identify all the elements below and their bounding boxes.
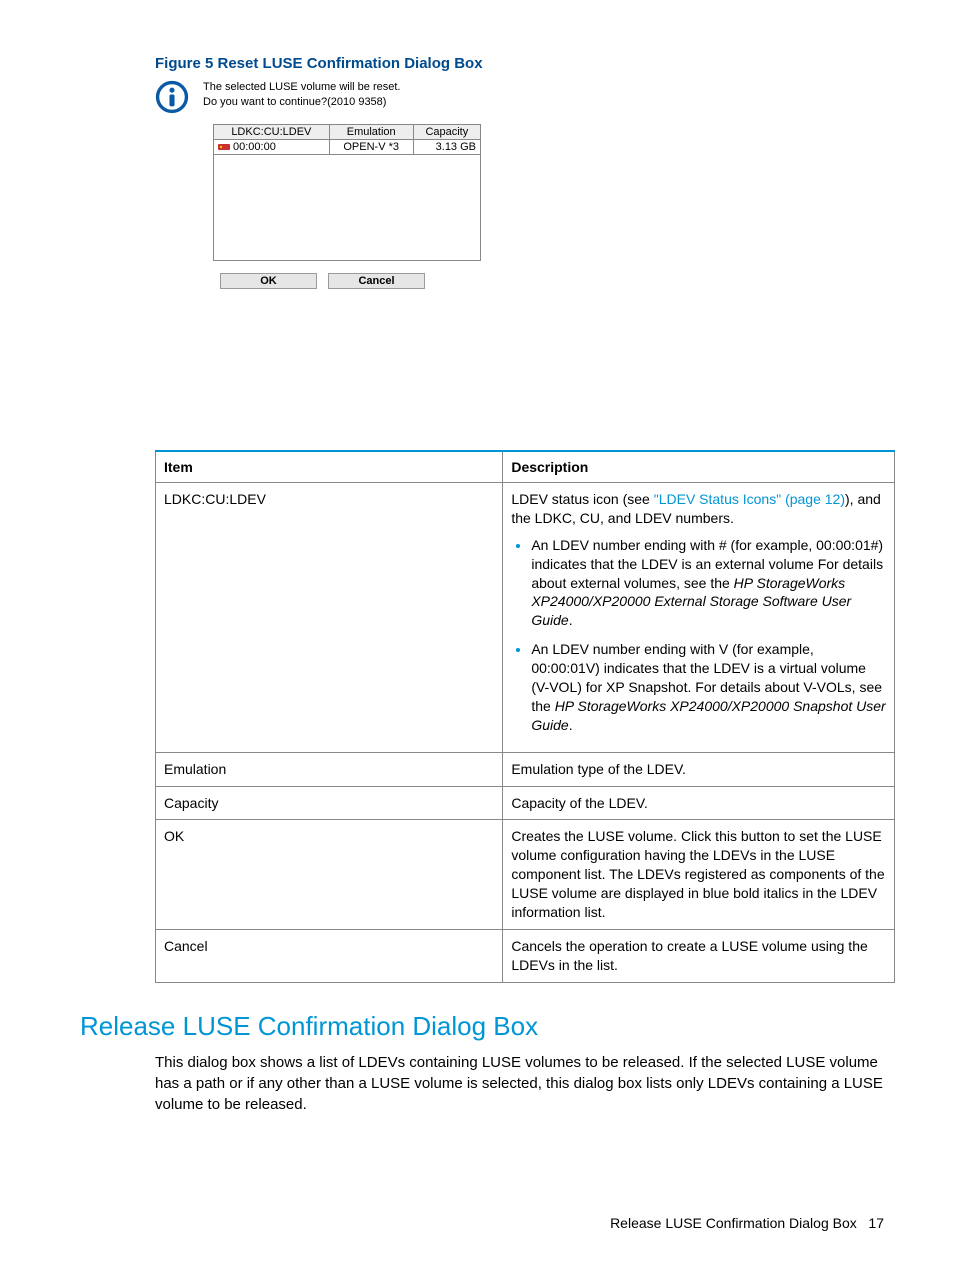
dialog-cell-emulation: OPEN-V *3 bbox=[329, 140, 413, 155]
desc-text: LDEV status icon (see "LDEV Status Icons… bbox=[503, 483, 895, 753]
desc-text: Cancels the operation to create a LUSE v… bbox=[503, 929, 895, 982]
page-footer: Release LUSE Confirmation Dialog Box 17 bbox=[610, 1215, 884, 1231]
table-row: Capacity Capacity of the LDEV. bbox=[156, 786, 895, 820]
dialog-col-ldev[interactable]: LDKC:CU:LDEV bbox=[214, 125, 330, 140]
desc-item: OK bbox=[156, 820, 503, 929]
dialog-col-capacity[interactable]: Capacity bbox=[413, 125, 480, 140]
list-text-italic: HP StorageWorks XP24000/XP20000 Snapshot… bbox=[531, 698, 885, 733]
list-item: An LDEV number ending with V (for exampl… bbox=[531, 640, 886, 734]
dialog-message-line1: The selected LUSE volume will be reset. bbox=[203, 80, 400, 95]
table-row: LDKC:CU:LDEV LDEV status icon (see "LDEV… bbox=[156, 483, 895, 753]
desc-text: Creates the LUSE volume. Click this butt… bbox=[503, 820, 895, 929]
dialog-listbox-empty[interactable] bbox=[213, 155, 481, 261]
desc-text: Emulation type of the LDEV. bbox=[503, 752, 895, 786]
section-body: This dialog box shows a list of LDEVs co… bbox=[155, 1052, 885, 1115]
desc-text-span: LDEV status icon (see bbox=[511, 491, 653, 507]
info-icon bbox=[155, 80, 189, 114]
desc-head-item: Item bbox=[156, 451, 503, 483]
table-row: Cancel Cancels the operation to create a… bbox=[156, 929, 895, 982]
footer-page-number: 17 bbox=[868, 1215, 884, 1231]
dialog-message: The selected LUSE volume will be reset. … bbox=[203, 80, 400, 110]
dialog-col-emulation[interactable]: Emulation bbox=[329, 125, 413, 140]
dialog-cell-ldev: 00:00:00 bbox=[233, 141, 276, 153]
dialog-cell-capacity: 3.13 GB bbox=[413, 140, 480, 155]
table-row: Emulation Emulation type of the LDEV. bbox=[156, 752, 895, 786]
list-item: An LDEV number ending with # (for exampl… bbox=[531, 536, 886, 630]
dialog-table-row[interactable]: 00:00:00 OPEN-V *3 3.13 GB bbox=[214, 140, 481, 155]
dialog-ldev-table: LDKC:CU:LDEV Emulation Capacity bbox=[213, 124, 481, 155]
footer-text: Release LUSE Confirmation Dialog Box bbox=[610, 1215, 857, 1231]
list-text: . bbox=[569, 717, 573, 733]
dialog-message-line2: Do you want to continue?(2010 9358) bbox=[203, 95, 400, 110]
desc-head-desc: Description bbox=[503, 451, 895, 483]
desc-item: LDKC:CU:LDEV bbox=[156, 483, 503, 753]
section-heading-release-luse: Release LUSE Confirmation Dialog Box bbox=[80, 1011, 884, 1042]
desc-item: Emulation bbox=[156, 752, 503, 786]
desc-item: Capacity bbox=[156, 786, 503, 820]
list-text: . bbox=[569, 612, 573, 628]
figure-caption: Figure 5 Reset LUSE Confirmation Dialog … bbox=[155, 55, 884, 72]
link-ldev-status-icons[interactable]: "LDEV Status Icons" (page 12) bbox=[654, 491, 845, 507]
ldev-status-icon bbox=[218, 142, 230, 152]
desc-text: Capacity of the LDEV. bbox=[503, 786, 895, 820]
table-row: OK Creates the LUSE volume. Click this b… bbox=[156, 820, 895, 929]
cancel-button[interactable]: Cancel bbox=[328, 273, 425, 289]
ok-button[interactable]: OK bbox=[220, 273, 317, 289]
desc-item: Cancel bbox=[156, 929, 503, 982]
description-table: Item Description LDKC:CU:LDEV LDEV statu… bbox=[155, 450, 895, 983]
reset-luse-dialog: The selected LUSE volume will be reset. … bbox=[155, 80, 490, 345]
